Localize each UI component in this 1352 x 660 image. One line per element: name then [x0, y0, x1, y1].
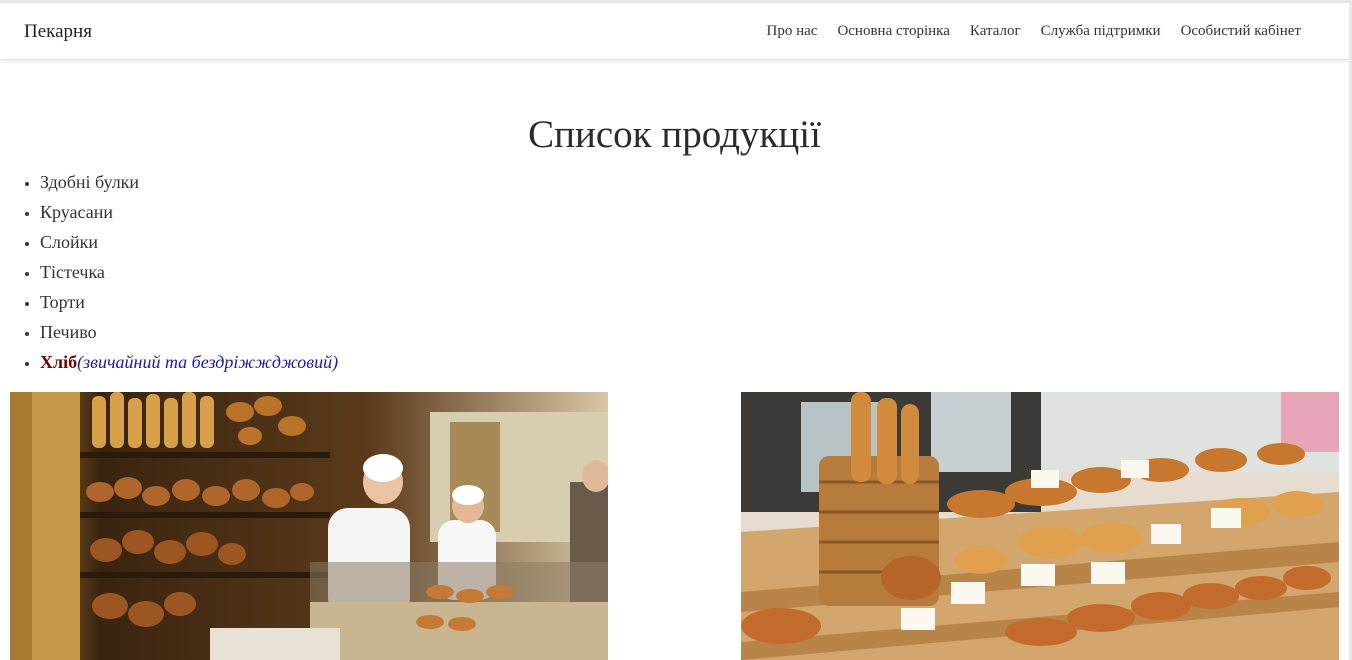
product-item: Здобні булки [40, 170, 338, 200]
product-item: Торти [40, 290, 338, 320]
nav-link-support[interactable]: Служба підтримки [1041, 23, 1161, 39]
nav-link-account[interactable]: Особистий кабінет [1181, 23, 1301, 39]
bakery-interior-image [10, 392, 608, 660]
nav-item-home: Основна сторінка [837, 22, 949, 40]
brand-link[interactable]: Пекарня [24, 21, 92, 43]
nav-item-support: Служба підтримки [1041, 22, 1161, 40]
bakery-interior-photo [10, 392, 608, 660]
product-item: Слойки [40, 230, 338, 260]
bread-name: Хліб [40, 352, 78, 372]
navbar: Пекарня Про нас Основна сторінка Каталог… [0, 3, 1349, 60]
nav-item-about: Про нас [767, 22, 818, 40]
bread-note: (звичайний та бездріжжджовий) [77, 352, 339, 372]
nav-item-account: Особистий кабінет [1181, 22, 1301, 40]
product-item: Круасани [40, 200, 338, 230]
nav-link-about[interactable]: Про нас [767, 23, 818, 39]
page-title: Список продукції [528, 113, 821, 156]
nav-menu: Про нас Основна сторінка Каталог Служба … [767, 22, 1302, 40]
product-item-bread: Хліб(звичайний та бездріжжджовий) [40, 350, 338, 380]
nav-link-catalog[interactable]: Каталог [970, 23, 1021, 39]
nav-item-catalog: Каталог [970, 22, 1021, 40]
pastry-display-image [741, 392, 1339, 660]
product-item: Печиво [40, 320, 338, 350]
pastry-display-photo [741, 392, 1339, 660]
nav-link-home[interactable]: Основна сторінка [837, 23, 949, 39]
product-list: Здобні булки Круасани Слойки Тістечка То… [40, 170, 338, 380]
product-item: Тістечка [40, 260, 338, 290]
